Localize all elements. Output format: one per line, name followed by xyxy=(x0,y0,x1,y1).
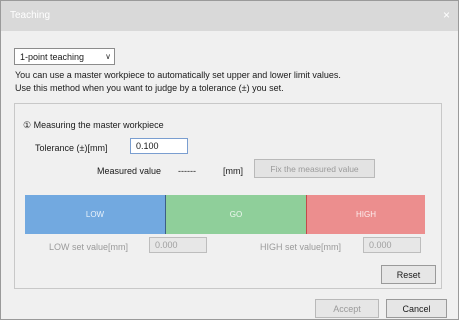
low-set-value-input: 0.000 xyxy=(149,237,207,253)
high-set-value-input: 0.000 xyxy=(363,237,421,253)
measured-value-label: Measured value xyxy=(97,166,162,176)
title-bar: Teaching × xyxy=(1,1,458,31)
high-zone: HIGH xyxy=(307,195,425,234)
measuring-group-title: ① Measuring the master workpiece xyxy=(23,120,164,130)
tolerance-label: Tolerance (±)[mm] xyxy=(35,143,108,153)
accept-button[interactable]: Accept xyxy=(315,299,379,318)
measured-value: ------ xyxy=(178,166,196,176)
high-set-value-label: HIGH set value[mm] xyxy=(260,242,342,252)
tolerance-input[interactable]: 0.100 xyxy=(130,138,188,154)
measured-unit: [mm] xyxy=(223,166,243,176)
close-icon[interactable]: × xyxy=(443,8,450,22)
dialog-title: Teaching xyxy=(10,10,51,21)
fix-measured-value-button[interactable]: Fix the measured value xyxy=(254,159,375,178)
judgement-bar: LOW GO HIGH xyxy=(25,195,425,234)
description-line-2: Use this method when you want to judge b… xyxy=(15,83,284,93)
teaching-mode-value: 1-point teaching xyxy=(20,52,85,62)
teaching-dialog: Teaching × 1-point teaching ∨ You can us… xyxy=(0,0,459,320)
description-line-1: You can use a master workpiece to automa… xyxy=(15,70,341,80)
chevron-down-icon: ∨ xyxy=(105,52,111,61)
go-zone: GO xyxy=(166,195,307,234)
teaching-mode-select[interactable]: 1-point teaching ∨ xyxy=(14,48,115,65)
reset-button[interactable]: Reset xyxy=(381,265,436,284)
low-zone: LOW xyxy=(25,195,166,234)
low-set-value-label: LOW set value[mm] xyxy=(49,242,129,252)
cancel-button[interactable]: Cancel xyxy=(386,299,447,318)
